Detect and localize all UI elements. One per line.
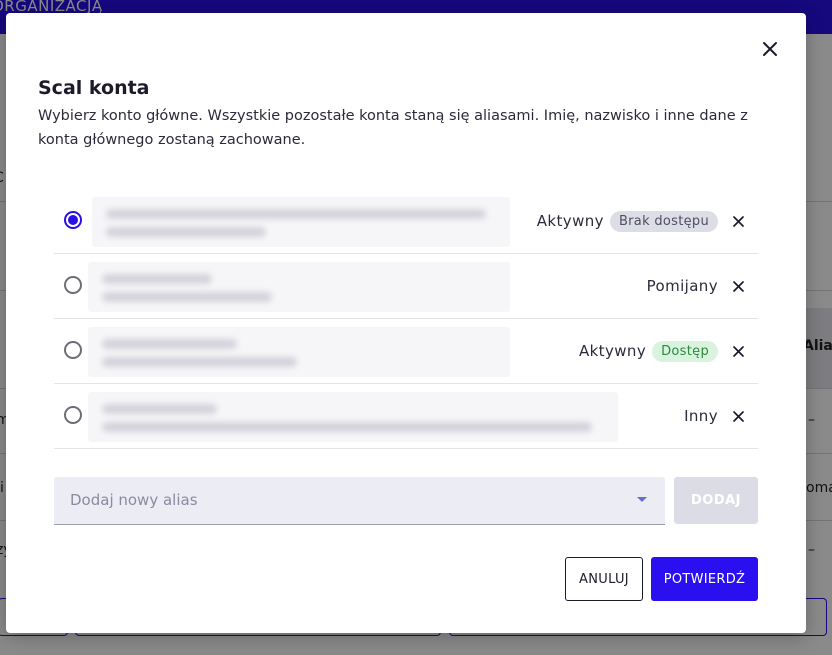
account-status: Aktywny <box>536 212 604 230</box>
access-badge: Brak dostępu <box>609 210 718 232</box>
primary-account-radio[interactable] <box>64 406 82 424</box>
account-status: Pomijany <box>646 277 718 295</box>
access-badge: Dostęp <box>652 340 718 362</box>
account-row: Aktywny Brak dostępu <box>54 189 758 254</box>
dialog-title: Scal konta <box>38 77 150 99</box>
close-icon <box>763 42 777 56</box>
account-details-redacted <box>88 327 510 377</box>
primary-account-radio[interactable] <box>64 276 82 294</box>
account-status-group: Aktywny Brak dostępu <box>537 189 758 253</box>
account-row: Pomijany <box>54 254 758 319</box>
primary-account-radio[interactable] <box>64 341 82 359</box>
account-status: Aktywny <box>578 342 647 360</box>
account-row: Aktywny Dostęp <box>54 319 758 384</box>
account-details-redacted <box>88 262 510 312</box>
dialog-description: Wybierz konto główne. Wszystkie pozostał… <box>38 108 748 148</box>
cancel-button[interactable]: ANULUJ <box>565 557 643 601</box>
account-details-redacted <box>88 392 618 442</box>
confirm-button[interactable]: POTWIERDŹ <box>651 557 758 601</box>
close-button[interactable] <box>758 37 782 61</box>
account-status-group: Inny <box>684 384 758 448</box>
caret-down-icon <box>637 497 647 502</box>
account-row: Inny <box>54 384 758 449</box>
primary-account-radio[interactable] <box>64 211 82 229</box>
remove-account-button[interactable] <box>728 211 748 231</box>
remove-account-button[interactable] <box>728 276 748 296</box>
add-alias-select[interactable]: Dodaj nowy alias <box>54 477 665 525</box>
close-icon <box>732 215 744 227</box>
account-status-group: Aktywny Dostęp <box>579 319 758 383</box>
remove-account-button[interactable] <box>728 341 748 361</box>
close-icon <box>732 280 744 292</box>
account-status: Inny <box>684 407 718 425</box>
merge-accounts-dialog: Scal konta Wybierz konto główne. Wszystk… <box>6 13 806 633</box>
account-status-group: Pomijany <box>647 254 758 318</box>
add-alias-placeholder: Dodaj nowy alias <box>70 491 198 509</box>
add-alias-button[interactable]: DODAJ <box>674 477 758 524</box>
close-icon <box>732 410 744 422</box>
remove-account-button[interactable] <box>728 406 748 426</box>
account-list: Aktywny Brak dostępu Pomijany Aktywny Do… <box>54 189 758 449</box>
close-icon <box>732 345 744 357</box>
account-details-redacted <box>92 197 510 247</box>
